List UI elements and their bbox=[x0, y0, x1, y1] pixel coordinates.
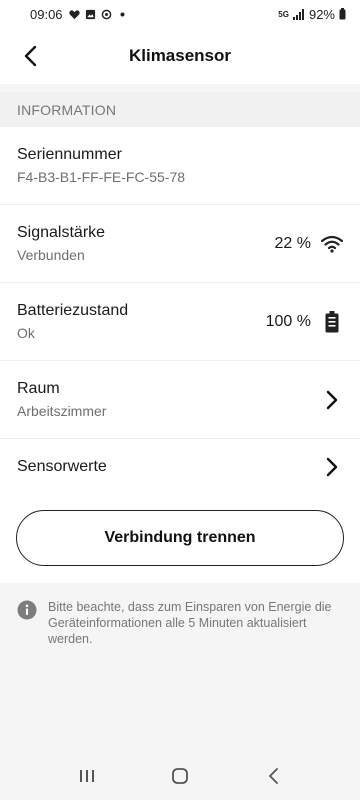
recent-apps-button[interactable] bbox=[67, 756, 107, 796]
home-button[interactable] bbox=[160, 756, 200, 796]
app-bar: Klimasensor bbox=[0, 28, 360, 84]
chevron-right-icon bbox=[321, 456, 343, 478]
serial-number-value: F4-B3-B1-FF-FE-FC-55-78 bbox=[17, 169, 186, 185]
signal-strength-status: Verbunden bbox=[17, 247, 85, 263]
battery-full-icon bbox=[321, 310, 343, 333]
battery-label: Batteriezustand bbox=[17, 302, 129, 319]
info-note: Bitte beachte, dass zum Einsparen von En… bbox=[17, 599, 347, 647]
battery-percent: 92% bbox=[308, 6, 335, 22]
room-label: Raum bbox=[17, 380, 60, 397]
network-type: 5G bbox=[278, 9, 289, 19]
battery-icon bbox=[339, 8, 346, 20]
button-area: Verbindung trennen bbox=[0, 493, 360, 583]
status-time: 09:06 bbox=[30, 6, 63, 22]
signal-strength-value: 22 % bbox=[274, 234, 311, 252]
battery-status: Ok bbox=[17, 325, 35, 341]
back-arrow-icon bbox=[269, 768, 279, 784]
heart-icon bbox=[68, 9, 80, 19]
system-nav-bar bbox=[0, 752, 360, 800]
back-button[interactable] bbox=[12, 38, 48, 74]
section-header: INFORMATION bbox=[0, 92, 360, 127]
signal-strength-row: Signalstärke Verbunden 22 % bbox=[0, 205, 360, 283]
signal-icon bbox=[292, 8, 304, 20]
sync-icon bbox=[101, 9, 111, 19]
info-list: Seriennummer F4-B3-B1-FF-FE-FC-55-78 Sig… bbox=[0, 127, 360, 495]
wifi-icon bbox=[321, 233, 343, 255]
dot-icon bbox=[120, 11, 125, 17]
home-icon bbox=[172, 768, 188, 784]
chevron-left-icon bbox=[24, 45, 37, 67]
disconnect-button[interactable]: Verbindung trennen bbox=[16, 510, 344, 566]
serial-number-label: Seriennummer bbox=[17, 146, 122, 163]
image-icon bbox=[85, 9, 95, 19]
serial-number-row: Seriennummer F4-B3-B1-FF-FE-FC-55-78 bbox=[0, 127, 360, 205]
battery-value: 100 % bbox=[265, 312, 311, 330]
page-title: Klimasensor bbox=[128, 46, 232, 65]
info-text: Bitte beachte, dass zum Einsparen von En… bbox=[48, 600, 332, 646]
room-row[interactable]: Raum Arbeitszimmer bbox=[0, 361, 360, 439]
battery-row: Batteriezustand Ok 100 % bbox=[0, 283, 360, 361]
status-bar: 09:06 5G 92% bbox=[0, 0, 360, 28]
room-value: Arbeitszimmer bbox=[17, 403, 107, 419]
sensor-values-row[interactable]: Sensorwerte bbox=[0, 439, 360, 495]
recent-apps-icon bbox=[79, 770, 94, 782]
signal-strength-label: Signalstärke bbox=[17, 224, 106, 241]
chevron-right-icon bbox=[321, 389, 343, 411]
sensor-values-label: Sensorwerte bbox=[17, 457, 107, 475]
info-icon bbox=[17, 600, 37, 620]
back-nav-button[interactable] bbox=[253, 756, 293, 796]
